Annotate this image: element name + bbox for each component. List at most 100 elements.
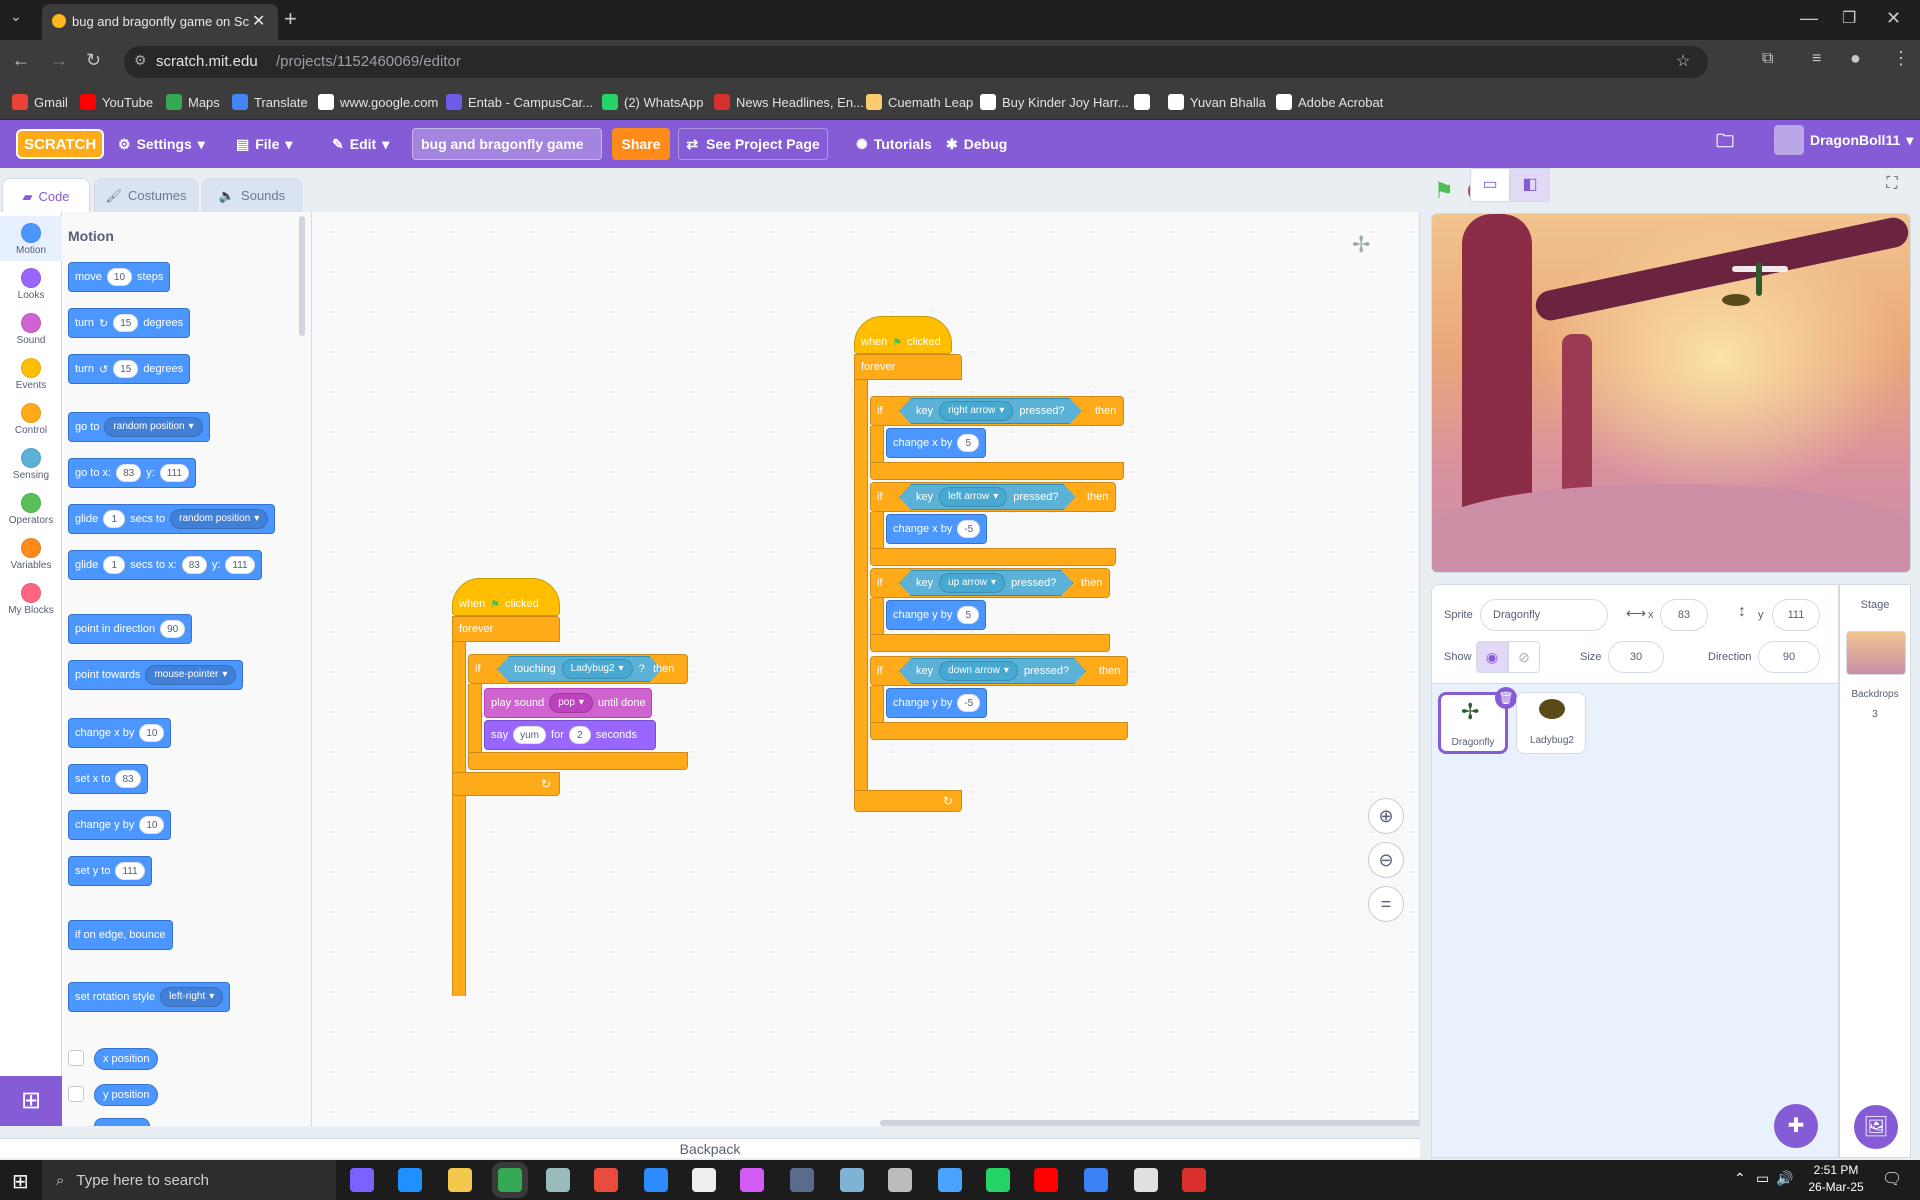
store-icon[interactable] — [1084, 1168, 1108, 1192]
paint-icon[interactable] — [938, 1168, 962, 1192]
ladybug-sprite[interactable] — [1722, 294, 1750, 306]
app-icon[interactable] — [888, 1168, 912, 1192]
restore-icon[interactable]: ❐ — [1842, 8, 1856, 28]
edit-menu[interactable]: ✎ Edit ▾ — [332, 132, 389, 156]
new-tab-icon[interactable]: + — [284, 6, 297, 32]
direction-field[interactable]: 90 — [1758, 641, 1820, 673]
chrome-icon[interactable] — [498, 1168, 522, 1192]
category-operators[interactable]: Operators — [0, 486, 62, 531]
project-title-input[interactable]: bug and bragonfly game — [412, 128, 602, 160]
block-input[interactable]: 1 — [103, 556, 126, 574]
forever-block[interactable]: forever — [452, 616, 560, 642]
taskbar-search[interactable]: ⌕ Type here to search — [42, 1160, 336, 1200]
block-input[interactable]: 1 — [103, 510, 126, 528]
bookmark-item[interactable] — [1134, 92, 1156, 112]
glide-dropdown[interactable]: random position ▾ — [170, 509, 269, 529]
m365-icon[interactable] — [740, 1168, 764, 1192]
youtube-icon[interactable] — [1034, 1168, 1058, 1192]
windows-start-icon[interactable]: ⊞ — [12, 1169, 29, 1194]
scratch-logo[interactable]: SCRATCH — [16, 129, 105, 159]
sound-dropdown[interactable]: pop ▾ — [549, 693, 593, 713]
change-x-block[interactable]: change x by 10 — [68, 718, 172, 748]
change-by-block[interactable]: change y by -5 — [886, 688, 988, 718]
block-input[interactable]: -5 — [957, 520, 981, 538]
y-field[interactable]: 111 — [1772, 599, 1820, 631]
x-field[interactable]: 83 — [1660, 599, 1708, 631]
block-input[interactable]: 5 — [957, 434, 980, 452]
bookmark-item[interactable]: Adobe Acrobat — [1276, 92, 1383, 112]
block-input[interactable]: 111 — [159, 464, 189, 482]
change-y-block[interactable]: change y by 10 — [68, 810, 172, 840]
notes-icon[interactable] — [840, 1168, 864, 1192]
if-block[interactable]: if touching Ladybug2 ▾ ? then — [468, 654, 688, 684]
forever-block-2[interactable]: forever — [854, 354, 962, 380]
normal-stage-icon[interactable]: ◧ — [1510, 168, 1550, 202]
bookmark-item[interactable]: (2) WhatsApp — [602, 92, 703, 112]
key-pressed-sensing-block[interactable]: key up arrow ▾ pressed? — [899, 570, 1073, 596]
reload-icon[interactable]: ↻ — [86, 50, 101, 71]
volume-icon[interactable]: 🔊 — [1776, 1170, 1793, 1187]
bookmark-item[interactable]: www.google.com — [318, 92, 438, 112]
category-events[interactable]: Events — [0, 351, 62, 396]
copilot-icon[interactable] — [350, 1168, 374, 1192]
size-field[interactable]: 30 — [1608, 641, 1664, 673]
bookmark-item[interactable]: YouTube — [80, 92, 153, 112]
tray-chevron-icon[interactable]: ⌃ — [1734, 1170, 1746, 1187]
bookmark-item[interactable]: Gmail — [12, 92, 68, 112]
anydesk-icon[interactable] — [594, 1168, 618, 1192]
change-by-block[interactable]: change x by -5 — [886, 514, 988, 544]
bookmark-item[interactable]: Cuemath Leap — [866, 92, 973, 112]
point-in-direction-block[interactable]: point in direction 90 — [68, 614, 193, 644]
if-key-pressed-block[interactable]: if key left arrow ▾ pressed? then — [870, 482, 1116, 512]
bookmark-item[interactable]: Entab - CampusCar... — [446, 92, 593, 112]
calculator-icon[interactable] — [790, 1168, 814, 1192]
category-sound[interactable]: Sound — [0, 306, 62, 351]
bookmark-star-icon[interactable]: ☆ — [1676, 51, 1690, 71]
block-input[interactable]: 15 — [113, 314, 139, 332]
settings-menu[interactable]: ⚙ Settings ▾ — [118, 132, 205, 156]
forward-icon[interactable]: → — [50, 50, 68, 71]
palette-scrollbar[interactable] — [299, 216, 305, 336]
point-towards-block[interactable]: point towards mouse-pointer ▾ — [68, 660, 244, 690]
rotation-dropdown[interactable]: left-right ▾ — [160, 987, 224, 1007]
fullscreen-icon[interactable]: ⛶ — [1874, 168, 1910, 202]
choose-sprite-button[interactable]: ✚ — [1774, 1104, 1818, 1148]
see-project-page-button[interactable]: ⇄ See Project Page — [678, 128, 828, 160]
small-stage-icon[interactable]: ▭ — [1470, 168, 1510, 202]
block-input[interactable]: 5 — [957, 606, 980, 624]
if-key-pressed-block[interactable]: if key down arrow ▾ pressed? then — [870, 656, 1128, 686]
notification-icon[interactable]: 🗨 — [1882, 1169, 1902, 1189]
block-input[interactable]: 83 — [181, 556, 207, 574]
sprite-tile-ladybug2[interactable]: Ladybug2 — [1516, 692, 1586, 754]
key-dropdown[interactable]: down arrow ▾ — [939, 661, 1018, 681]
y-position-checkbox[interactable] — [68, 1086, 84, 1102]
category-my-blocks[interactable]: My Blocks — [0, 576, 62, 621]
account-menu[interactable]: DragonBoll11 ▾ — [1774, 125, 1913, 155]
bookmark-item[interactable]: News Headlines, En... — [714, 92, 864, 112]
key-pressed-sensing-block[interactable]: key left arrow ▾ pressed? — [899, 484, 1076, 510]
edge-icon[interactable] — [398, 1168, 422, 1192]
change-by-block[interactable]: change x by 5 — [886, 428, 987, 458]
glide-to-xy-block[interactable]: glide 1 secs to x: 83 y: 111 — [68, 550, 262, 580]
bounce-block[interactable]: if on edge, bounce — [68, 920, 173, 950]
clock-date[interactable]: 26-Mar-25 — [1806, 1180, 1866, 1194]
block-input[interactable]: 15 — [113, 360, 139, 378]
my-stuff-folder-icon[interactable]: 🗀 — [1716, 131, 1734, 156]
category-looks[interactable]: Looks — [0, 261, 62, 306]
block-input[interactable]: yum — [513, 726, 547, 744]
y-position-reporter[interactable]: y position — [94, 1084, 159, 1106]
x-position-reporter[interactable]: x position — [94, 1048, 159, 1070]
change-by-block[interactable]: change y by 5 — [886, 600, 987, 630]
hide-eye-icon[interactable]: ⊘ — [1508, 641, 1540, 673]
zoom-in-button[interactable]: ⊕ — [1368, 798, 1404, 834]
stage-canvas[interactable] — [1431, 213, 1911, 573]
key-pressed-sensing-block[interactable]: key right arrow ▾ pressed? — [899, 398, 1082, 424]
move-steps-block[interactable]: move 10 steps — [68, 262, 171, 292]
category-variables[interactable]: Variables — [0, 531, 62, 576]
menu-dots-icon[interactable]: ⋮ — [1892, 48, 1910, 69]
profile-icon[interactable]: ● — [1850, 48, 1861, 69]
sprite-tile-dragonfly[interactable]: ✢ Dragonfly 🗑 — [1438, 687, 1517, 754]
block-input[interactable]: 10 — [106, 268, 133, 286]
extensions-icon[interactable]: ⧉ — [1762, 50, 1773, 68]
go-to-xy-block[interactable]: go to x: 83 y: 111 — [68, 458, 196, 488]
